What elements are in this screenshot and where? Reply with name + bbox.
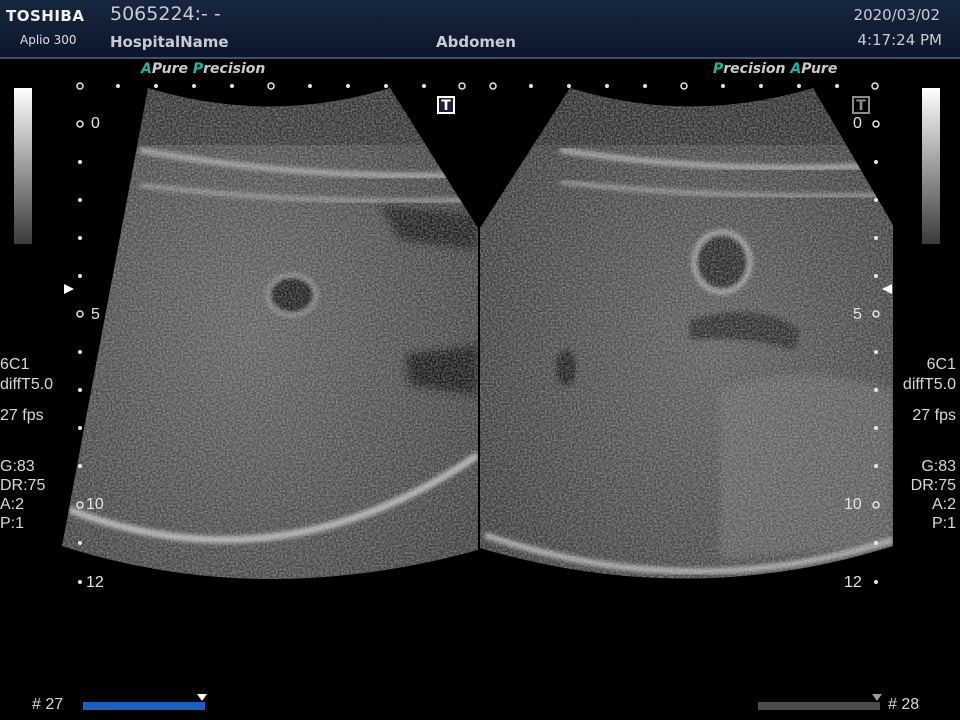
probe-info-right: 6C1 diffT5.0 27 fps (903, 355, 956, 426)
right-ultrasound-image[interactable] (478, 85, 898, 615)
tag-letter: A (141, 61, 152, 77)
pure-precision-tag-right: Precision APure (713, 61, 837, 77)
left-ultrasound-image[interactable] (60, 85, 480, 615)
focus-marker-left[interactable] (64, 284, 74, 294)
imaging-mode: diffT5.0 (902, 376, 956, 393)
a-value: A:2 (0, 496, 25, 513)
probe-name: 6C1 (0, 356, 30, 373)
scale-marker (267, 82, 275, 90)
gain-value: G:83 (921, 458, 956, 475)
depth-label-right: 10 (844, 496, 862, 513)
cine-bar-left[interactable] (83, 702, 205, 710)
depth-label-left: 12 (86, 574, 104, 591)
frame-rate: 27 fps (0, 407, 44, 424)
depth-label-left: 0 (91, 115, 100, 132)
cine-bar-right-fill (758, 702, 880, 710)
tag-word: recision (723, 61, 786, 77)
dynamic-range: DR:75 (0, 477, 46, 494)
top-scale-right (489, 82, 879, 90)
depth-label-right: 0 (853, 115, 862, 132)
dynamic-range: DR:75 (910, 477, 956, 494)
scale-marker (489, 82, 497, 90)
scale-marker (871, 82, 879, 90)
frame-number-left: # 27 (32, 696, 64, 713)
probe-name: 6C1 (926, 356, 956, 373)
depth-label-right: 12 (844, 574, 862, 591)
frame-rate: 27 fps (912, 407, 956, 424)
tag-word: Pure (801, 61, 838, 77)
cine-bar-left-fill (83, 702, 205, 710)
a-value: A:2 (931, 496, 956, 513)
scale-marker (458, 82, 466, 90)
p-value: P:1 (0, 515, 25, 532)
gain-info-left: G:83 DR:75 A:2 P:1 (0, 457, 45, 533)
grayscale-bar-left (14, 88, 32, 244)
imaging-mode: diffT5.0 (0, 376, 54, 393)
ultrasound-image-area (60, 82, 898, 615)
tag-word: Pure (151, 61, 188, 77)
tag-word: recision (203, 61, 266, 77)
probe-info-left: 6C1 diffT5.0 27 fps (0, 355, 53, 426)
frame-number-right: # 28 (888, 696, 920, 713)
tag-letter: A (790, 61, 802, 77)
depth-label-left: 10 (86, 496, 104, 513)
orientation-marker-left[interactable]: T (437, 96, 455, 114)
depth-label-right: 5 (853, 306, 862, 323)
tag-letter: P (713, 61, 724, 77)
top-scale-left (76, 82, 466, 90)
tag-letter: P (192, 61, 204, 77)
gain-info-right: G:83 DR:75 A:2 P:1 (911, 457, 956, 533)
p-value: P:1 (931, 515, 956, 532)
pure-precision-tag-left: APure Precision (141, 61, 265, 77)
scale-marker (680, 82, 688, 90)
cine-bar-right[interactable] (758, 702, 880, 710)
gain-value: G:83 (0, 458, 35, 475)
cine-marker-right[interactable] (872, 694, 882, 701)
depth-label-left: 5 (91, 306, 100, 323)
cine-marker-left[interactable] (197, 694, 207, 701)
scale-marker (76, 82, 84, 90)
grayscale-bar-right (922, 88, 940, 244)
orientation-marker-right[interactable]: T (852, 96, 870, 114)
